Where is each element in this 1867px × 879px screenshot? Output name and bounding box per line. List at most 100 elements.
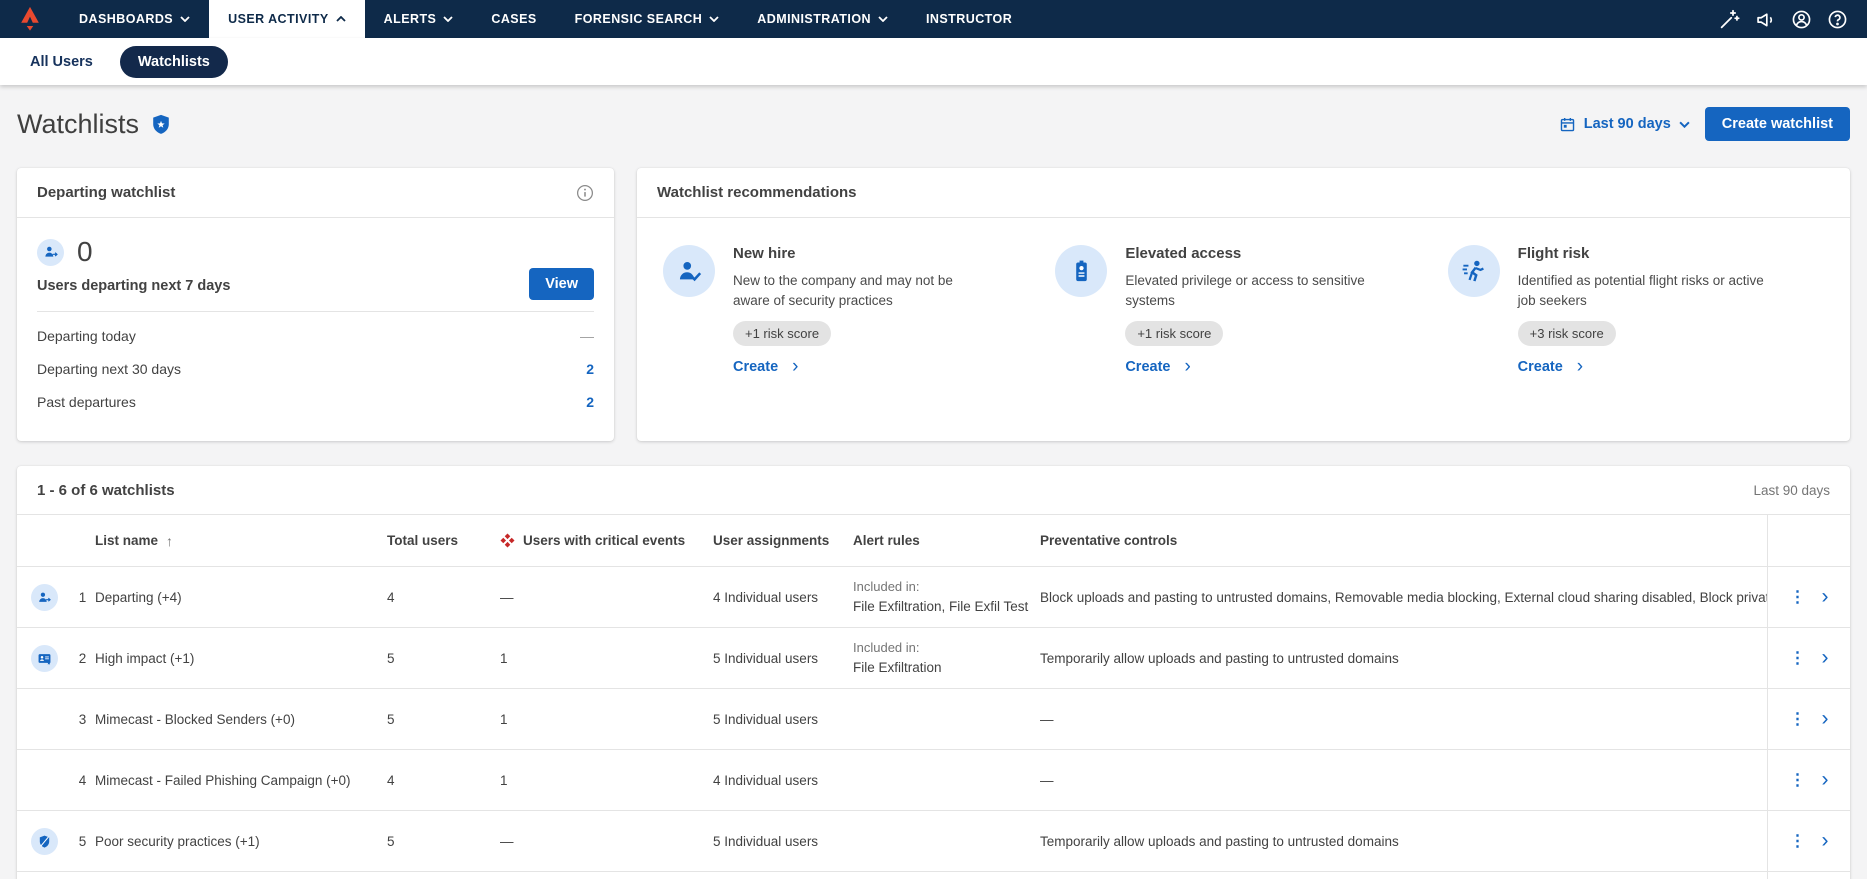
nav-dashboards[interactable]: DASHBOARDS — [60, 0, 209, 38]
stat-value: — — [580, 328, 594, 344]
stat-value-link[interactable]: 2 — [586, 394, 594, 410]
table-title: 1 - 6 of 6 watchlists — [37, 482, 175, 499]
column-total-users[interactable]: Total users — [387, 533, 500, 548]
new-hire-icon — [663, 245, 715, 297]
chevron-right-icon[interactable]: › — [1822, 712, 1829, 726]
create-link[interactable]: Create › — [733, 359, 991, 375]
recommendations-card-header: Watchlist recommendations — [637, 168, 1850, 218]
critical-events-value: 1 — [500, 712, 713, 727]
create-link[interactable]: Create › — [1125, 359, 1383, 375]
chevron-right-icon[interactable]: › — [1822, 651, 1829, 665]
departing-watchlist-card: Departing watchlist 0 — [17, 168, 614, 441]
total-users-value: 4 — [387, 773, 500, 788]
watchlist-name[interactable]: Mimecast - Blocked Senders (+0) — [95, 712, 387, 727]
date-range-label: Last 90 days — [1584, 116, 1671, 132]
nav-alerts[interactable]: ALERTS — [365, 0, 473, 38]
table-row-high-impact[interactable]: 2 High impact (+1) 5 1 5 Individual user… — [17, 627, 1850, 688]
nav-spacer — [1031, 0, 1713, 38]
critical-events-value: — — [500, 834, 713, 849]
alert-rules-list: File Exfiltration — [853, 658, 1030, 678]
table-row-mimecast-failed-phishing[interactable]: 4 Mimecast - Failed Phishing Campaign (+… — [17, 749, 1850, 810]
watchlist-name[interactable]: High impact (+1) — [95, 651, 387, 666]
chevron-up-icon — [336, 16, 346, 22]
create-watchlist-button[interactable]: Create watchlist — [1705, 107, 1850, 141]
chevron-right-icon[interactable]: › — [1822, 590, 1829, 604]
recommendation-description: New to the company and may not be aware … — [733, 271, 991, 310]
tab-all-users[interactable]: All Users — [30, 54, 93, 70]
nav-label: DASHBOARDS — [79, 12, 173, 26]
help-icon[interactable] — [1821, 3, 1853, 35]
preventative-controls-value: — — [1040, 712, 1767, 727]
nav-instructor[interactable]: INSTRUCTOR — [907, 0, 1031, 38]
watchlist-name[interactable]: Departing (+4) — [95, 590, 387, 605]
column-critical-events[interactable]: Users with critical events — [500, 533, 713, 548]
table-title-row: 1 - 6 of 6 watchlists Last 90 days — [17, 466, 1850, 514]
table-row-poor-security-practices[interactable]: 5 Poor security practices (+1) 5 — 5 Ind… — [17, 810, 1850, 871]
create-label: Create — [1518, 359, 1563, 375]
included-in-label: Included in: — [853, 578, 1030, 597]
create-link[interactable]: Create › — [1518, 359, 1776, 375]
table-row-departing[interactable]: 1 Departing (+4) 4 — 4 Individual users … — [17, 566, 1850, 627]
nav-cases[interactable]: CASES — [472, 0, 555, 38]
watchlist-name[interactable]: Poor security practices (+1) — [95, 834, 387, 849]
chevron-right-icon[interactable]: › — [1822, 834, 1829, 848]
kebab-menu-icon[interactable]: ⋮ — [1790, 709, 1806, 729]
row-number: 2 — [70, 651, 95, 666]
critical-severity-icon — [500, 533, 515, 548]
kebab-menu-icon[interactable]: ⋮ — [1790, 831, 1806, 851]
column-list-name[interactable]: List name ↑ — [95, 533, 387, 549]
nav-label: ADMINISTRATION — [757, 12, 871, 26]
user-assignments-value: 5 Individual users — [713, 834, 853, 849]
departing-stat-row: Departing today — — [37, 319, 594, 352]
column-label: List name — [95, 533, 158, 548]
preventative-controls-value: Temporarily allow uploads and pasting to… — [1040, 651, 1767, 666]
kebab-menu-icon[interactable]: ⋮ — [1790, 770, 1806, 790]
recommendation-elevated-access: Elevated access Elevated privilege or ac… — [1055, 245, 1447, 375]
user-assignments-value: 5 Individual users — [713, 651, 853, 666]
critical-events-value: 1 — [500, 651, 713, 666]
app-logo[interactable] — [0, 0, 60, 38]
tab-watchlists[interactable]: Watchlists — [120, 46, 228, 78]
column-user-assignments[interactable]: User assignments — [713, 533, 853, 548]
chevron-right-icon[interactable]: › — [1822, 773, 1829, 787]
column-preventative-controls[interactable]: Preventative controls — [1040, 533, 1767, 548]
kebab-menu-icon[interactable]: ⋮ — [1790, 587, 1806, 607]
watchlist-recommendations-card: Watchlist recommendations New hire New t… — [637, 168, 1850, 441]
stat-value-link[interactable]: 2 — [586, 361, 594, 377]
date-range-selector[interactable]: Last 90 days — [1559, 116, 1690, 133]
watchlist-icon-cell — [30, 584, 70, 611]
user-assignments-value: 5 Individual users — [713, 712, 853, 727]
nav-forensic-search[interactable]: FORENSIC SEARCH — [556, 0, 739, 38]
recommendations-body: New hire New to the company and may not … — [637, 218, 1850, 395]
nav-administration[interactable]: ADMINISTRATION — [738, 0, 907, 38]
chevron-down-icon — [1679, 121, 1690, 128]
column-label: Preventative controls — [1040, 533, 1177, 548]
preventative-controls-value: Temporarily allow uploads and pasting to… — [1040, 834, 1767, 849]
column-label: User assignments — [713, 533, 829, 548]
account-icon[interactable] — [1785, 3, 1817, 35]
chevron-down-icon — [709, 16, 719, 22]
chevron-down-icon — [180, 16, 190, 22]
view-button[interactable]: View — [529, 268, 594, 300]
calendar-icon — [1559, 116, 1576, 133]
table-row-mimecast-blocked-senders[interactable]: 3 Mimecast - Blocked Senders (+0) 5 1 5 … — [17, 688, 1850, 749]
departing-stat-row: Departing next 30 days 2 — [37, 352, 594, 385]
table-row-partial — [17, 871, 1850, 879]
critical-events-value: — — [500, 590, 713, 605]
alert-rules-list: File Exfiltration, File Exfil Test — [853, 597, 1030, 617]
user-assignments-value: 4 Individual users — [713, 590, 853, 605]
magic-wand-icon[interactable] — [1713, 3, 1745, 35]
kebab-menu-icon[interactable]: ⋮ — [1790, 648, 1806, 668]
info-icon[interactable] — [576, 184, 594, 202]
header-actions: Last 90 days Create watchlist — [1559, 107, 1850, 141]
nav-user-activity[interactable]: USER ACTIVITY — [209, 0, 365, 38]
row-number: 3 — [70, 712, 95, 727]
megaphone-icon[interactable] — [1749, 3, 1781, 35]
row-actions: ⋮ › — [1767, 689, 1850, 749]
summary-cards: Departing watchlist 0 — [17, 168, 1850, 441]
create-label: Create — [1125, 359, 1170, 375]
column-alert-rules[interactable]: Alert rules — [853, 533, 1040, 548]
watchlist-name[interactable]: Mimecast - Failed Phishing Campaign (+0) — [95, 773, 387, 788]
row-actions — [1767, 872, 1850, 879]
risk-score-badge: +3 risk score — [1518, 321, 1616, 346]
